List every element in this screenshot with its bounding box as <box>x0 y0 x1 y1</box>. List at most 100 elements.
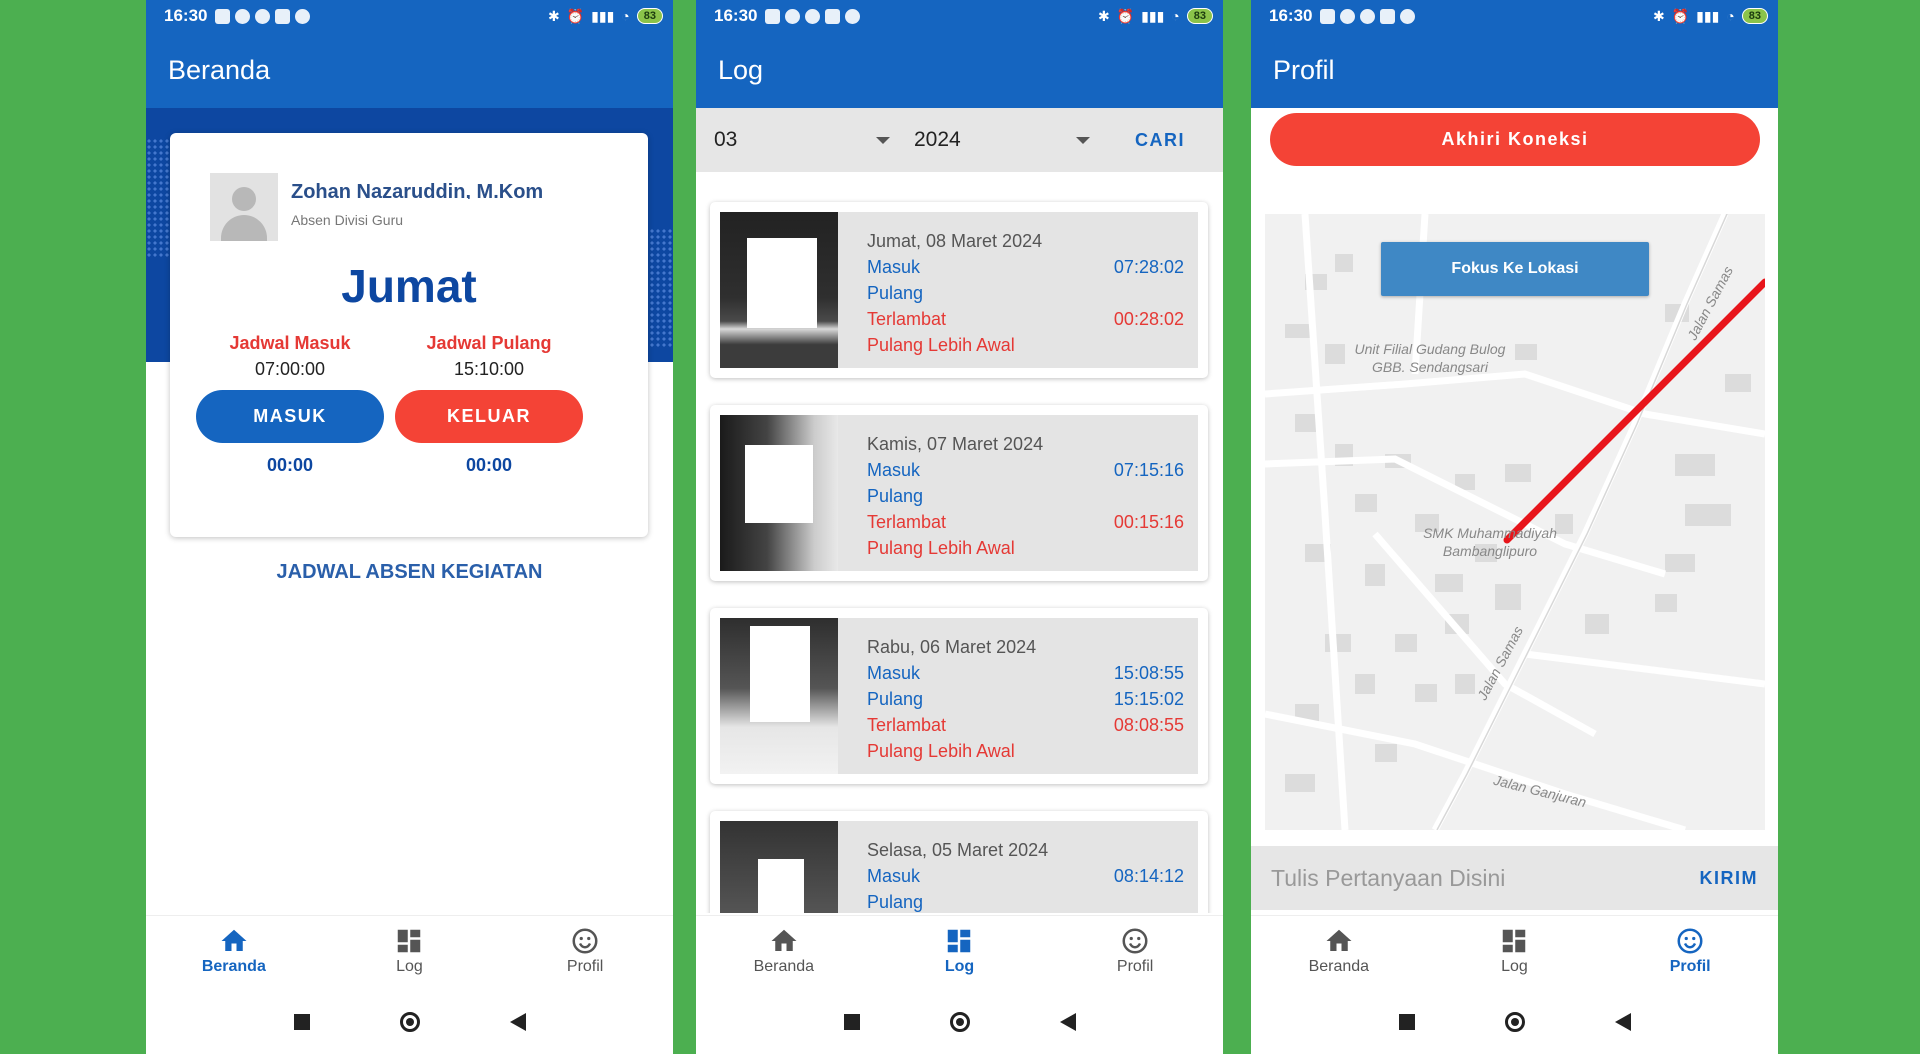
log-in-label: Masuk <box>867 257 921 277</box>
log-date: Kamis, 07 Maret 2024 <box>867 434 1044 454</box>
sync-icon <box>255 8 271 24</box>
selfie-photo <box>720 821 838 913</box>
nav-log-label: Log <box>396 958 423 975</box>
smiley-icon <box>1677 928 1703 954</box>
nav-home-label: Beranda <box>1308 958 1370 975</box>
question-input[interactable]: Tulis Pertanyaan Disini <box>1271 865 1700 892</box>
check-in-button[interactable]: MASUK <box>196 390 384 443</box>
attendance-card: Zohan Nazaruddin, M.Kom Absen Divisi Gur… <box>170 133 648 537</box>
send-button[interactable]: KIRIM <box>1700 868 1759 889</box>
log-early-label: Pulang Lebih Awal <box>867 335 1015 355</box>
signal-icon: ▮▮▮ <box>591 7 615 24</box>
smiley-icon <box>572 928 598 954</box>
message-icon <box>215 8 231 24</box>
activity-schedule-link[interactable]: JADWAL ABSEN KEGIATAN <box>146 561 673 584</box>
selfie-photo <box>720 415 838 571</box>
chat-icon <box>1400 8 1416 24</box>
app-bar: Beranda <box>146 32 673 108</box>
nav-home[interactable]: Beranda <box>174 926 294 976</box>
recents-button[interactable] <box>1398 1014 1415 1030</box>
log-entry[interactable]: Kamis, 07 Maret 2024 Masuk 07:15:16 Pulan… <box>710 405 1208 581</box>
month-value: 03 <box>714 128 738 151</box>
day-name: Jumat <box>341 260 477 312</box>
nav-home-label: Beranda <box>753 958 815 975</box>
log-date: Jumat, 08 Maret 2024 <box>867 231 1043 251</box>
bottom-nav: Beranda Log Profil <box>1251 915 1778 986</box>
status-time: 16:30 <box>1269 6 1313 25</box>
year-select[interactable]: 2024 <box>914 128 1090 152</box>
check-out-button[interactable]: KELUAR <box>395 390 583 443</box>
user-name: Zohan Nazaruddin, M.Kom <box>291 181 544 199</box>
end-connection-button[interactable]: Akhiri Koneksi <box>1270 113 1760 166</box>
nav-log-label: Log <box>944 958 975 975</box>
back-button[interactable] <box>1059 1013 1076 1031</box>
signal-icon: ▮▮▮ <box>1696 7 1720 24</box>
focus-location-button[interactable]: Fokus Ke Lokasi <box>1381 242 1649 296</box>
system-nav <box>1251 990 1778 1054</box>
home-button[interactable] <box>949 1012 970 1032</box>
nav-log[interactable]: Log <box>349 926 469 976</box>
facebook-icon <box>235 8 251 24</box>
alarm-icon: ⏰ <box>566 7 585 24</box>
alarm-icon: ⏰ <box>1671 7 1690 24</box>
log-entry[interactable]: Rabu, 06 Maret 2024 Masuk 15:08:55 Pulang… <box>710 608 1208 784</box>
search-button[interactable]: CARI <box>1135 130 1185 151</box>
log-entry[interactable]: Selasa, 05 Maret 2024 Masuk 08:14:12 Pula… <box>710 811 1208 913</box>
sync-icon <box>1360 8 1376 24</box>
status-bar: 16:30 ✱ ⏰ ▮▮▮ ◔ 83 <box>1251 0 1778 32</box>
schedule-out-time: 15:10:00 <box>453 359 525 379</box>
wifi-icon: ◔ <box>1726 8 1735 24</box>
nav-home[interactable]: Beranda <box>1279 926 1399 976</box>
app-bar: Profil <box>1251 32 1778 108</box>
schedule-in-label: Jadwal Masuk <box>229 333 351 353</box>
status-bar: 16:30 ✱ ⏰ ▮▮▮ ◔ 83 <box>696 0 1223 32</box>
log-late-time: 00:28:02 <box>1113 309 1184 329</box>
log-entry[interactable]: Jumat, 08 Maret 2024 Masuk 07:28:02 Pulan… <box>710 202 1208 378</box>
nav-profile[interactable]: Profil <box>525 926 645 976</box>
bag-icon <box>825 8 841 24</box>
nav-profile[interactable]: Profil <box>1075 926 1195 976</box>
system-icons: ✱ ⏰ ▮▮▮ ◔ 83 <box>548 8 663 25</box>
nav-log[interactable]: Log <box>899 926 1019 976</box>
month-select[interactable]: 03 <box>714 128 890 152</box>
home-button[interactable] <box>1504 1012 1525 1032</box>
status-time: 16:30 <box>714 6 758 25</box>
system-icons: ✱ ⏰ ▮▮▮ ◔ 83 <box>1098 8 1213 25</box>
log-out-label: Pulang <box>867 283 924 303</box>
screen-home: 16:30 ✱ ⏰ ▮▮▮ ◔ 83 Beranda Zohan Nazarud… <box>146 0 673 1054</box>
bottom-nav: Beranda Log Profil <box>146 915 673 986</box>
dashboard-icon <box>398 929 421 953</box>
screen-profile: 16:30 ✱ ⏰ ▮▮▮ ◔ 83 Profil Akhiri Koneksi <box>1251 0 1778 1054</box>
notification-icons <box>765 8 861 24</box>
nav-log[interactable]: Log <box>1454 926 1574 976</box>
page-title: Log <box>718 54 764 85</box>
facebook-icon <box>785 8 801 24</box>
nav-profile[interactable]: Profil <box>1630 926 1750 976</box>
map-label-bulog: Unit Filial Gudang Bulog GBB. Sendangsar… <box>1354 341 1506 375</box>
wifi-icon: ◔ <box>1171 8 1180 24</box>
home-icon <box>1326 929 1352 951</box>
back-button[interactable] <box>1614 1013 1631 1031</box>
home-button[interactable] <box>399 1012 420 1032</box>
nav-log-label: Log <box>1501 958 1528 975</box>
recents-button[interactable] <box>843 1014 860 1030</box>
battery-icon: 83 <box>1741 8 1768 24</box>
message-icon <box>1320 8 1336 24</box>
dashboard-icon <box>948 929 971 953</box>
notification-icons <box>215 8 311 24</box>
log-list: Jumat, 08 Maret 2024 Masuk 07:28:02 Pulan… <box>696 172 1223 913</box>
log-in-time: 07:28:02 <box>1113 257 1184 277</box>
back-button[interactable] <box>509 1013 526 1031</box>
chat-icon <box>845 8 861 24</box>
location-map[interactable]: Fokus Ke Lokasi Unit Filial Gudang Bulog… <box>1265 214 1765 830</box>
schedule-out-label: Jadwal Pulang <box>426 333 552 353</box>
notification-icons <box>1320 8 1416 24</box>
nav-home[interactable]: Beranda <box>724 926 844 976</box>
status-time: 16:30 <box>164 6 208 25</box>
alarm-icon: ⏰ <box>1116 7 1135 24</box>
bottom-nav: Beranda Log Profil <box>696 915 1223 986</box>
dropdown-caret-icon <box>876 136 890 144</box>
recents-button[interactable] <box>293 1014 310 1030</box>
avatar <box>210 173 278 241</box>
screen-log: 16:30 ✱ ⏰ ▮▮▮ ◔ 83 Log 03 2024 CARI Juma… <box>696 0 1223 1054</box>
